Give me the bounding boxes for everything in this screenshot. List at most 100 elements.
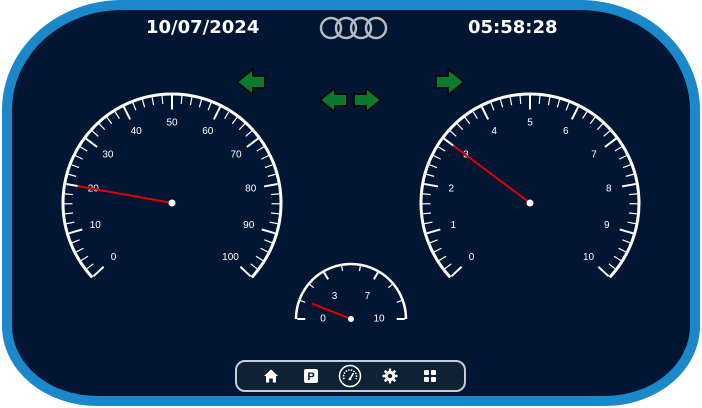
speed-minor-tick [132,102,137,111]
aux-tick-label: 10 [373,314,385,325]
speed-major-tick [68,228,83,235]
speed-minor-tick [189,97,193,106]
rpm-needle-hub [526,199,534,207]
rpm-minor-tick [426,173,435,177]
speed-minor-tick [270,212,280,215]
settings-button[interactable] [375,362,405,390]
bottom-navbar: P [235,360,466,392]
aux-minor-tick [358,265,361,272]
rpm-major-tick [480,106,490,120]
speed-minor-tick [66,221,75,225]
speed-tick-label: 30 [102,150,114,161]
speed-minor-tick [64,212,74,215]
rpm-minor-tick [627,221,636,225]
speed-minor-tick [269,221,278,225]
rpm-major-tick [570,106,580,120]
rpm-major-tick [426,228,441,235]
rpm-needle [452,144,531,204]
rpm-minor-tick [438,146,446,152]
speed-tick-label: 10 [90,220,102,231]
rpm-minor-tick [429,164,438,169]
speed-minor-tick [64,193,73,196]
rpm-major-tick [450,266,463,278]
speed-tick-label: 40 [131,126,143,137]
rpm-minor-tick [499,99,504,108]
aux-tick-label: 0 [320,314,326,325]
rpm-minor-tick [614,146,622,152]
rpm-minor-tick [596,123,604,131]
speed-minor-tick [80,255,89,262]
arrow-left-icon [236,68,266,96]
speed-minor-tick [151,97,155,106]
rpm-minor-tick [433,155,441,160]
rpm-minor-tick [613,255,622,262]
rpm-minor-tick [608,263,616,270]
speed-minor-tick [267,173,276,177]
rpm-tick-label: 9 [604,220,610,231]
rpm-minor-tick [490,102,495,111]
speed-minor-tick [91,130,99,137]
speed-minor-tick [75,155,83,160]
speed-major-tick [261,228,276,235]
aux-tick-label: 7 [365,291,371,302]
aux-minor-tick [396,300,402,303]
speed-major-tick [239,266,252,278]
rpm-minor-tick [622,239,631,244]
speed-major-tick [263,182,278,188]
speed-minor-tick [141,99,146,108]
rpm-minor-tick [424,221,433,225]
grid-icon [424,370,437,382]
speed-major-tick [92,266,105,278]
right-turn-indicator [435,68,465,96]
rpm-tick-label: 1 [450,220,456,231]
aux-needle-hub [348,316,354,322]
rpm-minor-tick [429,239,438,244]
speed-tick-label: 50 [166,118,178,129]
speed-needle-hub [168,199,176,207]
rpm-major-tick [424,182,439,188]
arrow-left-icon [319,87,348,113]
rpm-minor-tick [547,97,551,106]
left-turn-indicator [236,68,266,96]
speed-minor-tick [245,130,253,137]
speed-minor-tick [71,164,80,169]
speed-major-tick [212,106,222,120]
speed-minor-tick [271,193,280,196]
arrow-right-icon [435,68,465,96]
speed-minor-tick [264,239,273,244]
rpm-major-tick [621,182,636,188]
home-button[interactable] [256,362,286,390]
rpm-minor-tick [464,117,471,125]
aux-minor-tick [309,283,315,289]
speed-minor-tick [238,123,246,131]
dashboard-graphics: 0102030405060708090100 012345678910 0371… [61,16,641,325]
rpm-minor-tick [589,117,596,125]
parking-button[interactable]: P [296,362,326,390]
speed-needle [77,185,173,204]
speed-minor-tick [250,263,258,270]
apps-button[interactable] [415,362,445,390]
rpm-tick-label: 8 [606,183,612,194]
speed-minor-tick [68,173,77,177]
speed-minor-tick [256,146,264,152]
rpm-minor-tick [582,111,588,119]
aux-minor-tick [300,300,306,303]
speed-minor-tick [86,263,94,270]
speed-major-tick [246,137,259,148]
speed-tick-label: 100 [222,252,239,263]
rpm-minor-tick [472,111,478,119]
speed-minor-tick [260,247,269,253]
speedometer-button[interactable] [335,362,365,390]
speed-major-tick [85,137,98,148]
rpm-major-tick [597,266,610,278]
aux-major-tick [323,271,329,280]
speed-minor-tick [180,95,183,104]
four-rings-logo [319,16,388,40]
aux-gauge: 0 3 7 10 [294,262,408,325]
speed-minor-tick [75,247,84,253]
rpm-major-tick [619,228,634,235]
rpm-minor-tick [628,212,638,215]
rpm-tick-label: 4 [491,126,497,137]
speed-minor-tick [198,99,203,108]
hazard-indicator [319,87,382,113]
